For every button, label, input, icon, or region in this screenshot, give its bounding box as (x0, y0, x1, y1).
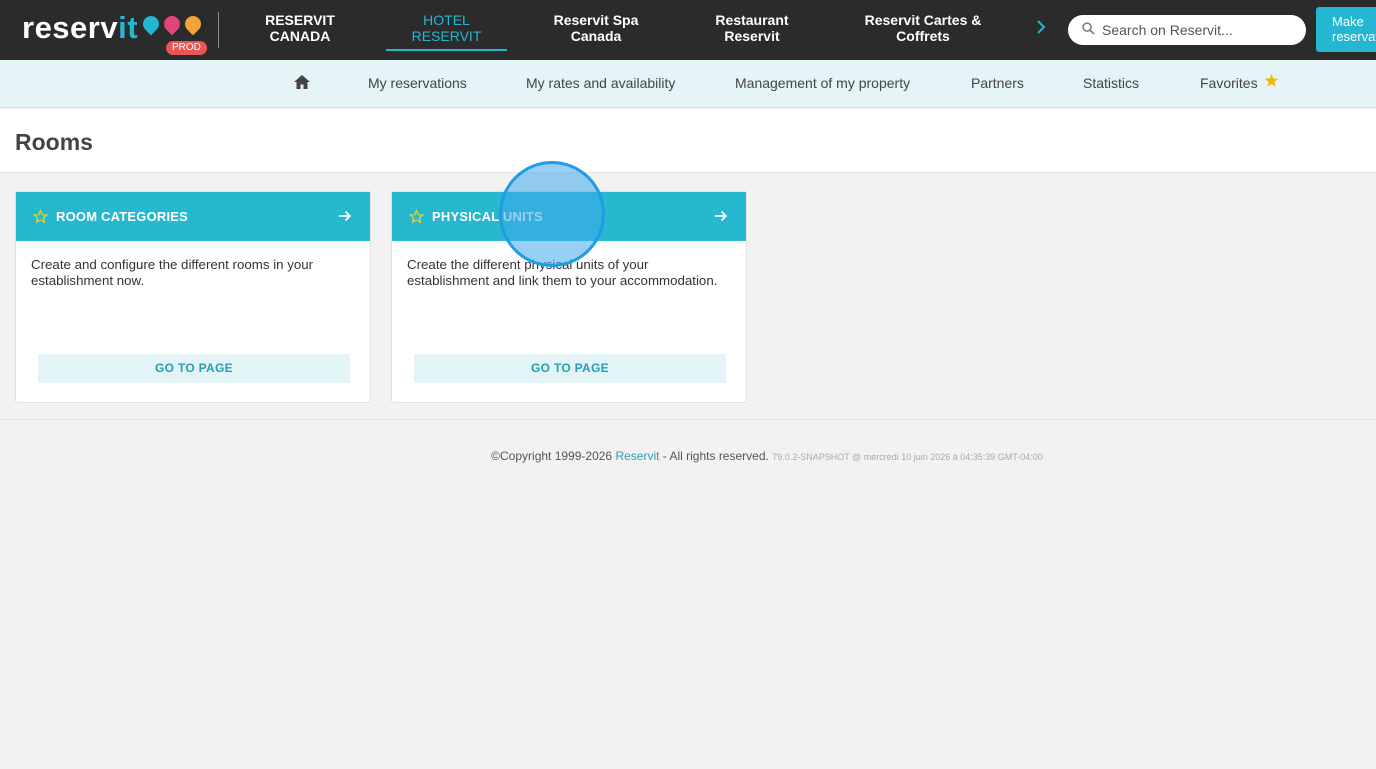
logo-text-main: reserv (22, 10, 119, 45)
card-description: Create and configure the different rooms… (31, 257, 314, 288)
page-title: Rooms (15, 129, 93, 155)
top-nav-label-line2: Reservit (724, 28, 780, 44)
subnav-my-reservations[interactable]: My reservations (368, 75, 467, 91)
footer-version: 79.0.2-SNAPSHOT @ mercredi 10 juin 2026 … (772, 452, 1043, 462)
card-title: ROOM CATEGORIES (56, 209, 189, 224)
map-pin-spa-icon (160, 12, 184, 36)
top-nav-label-line1: HOTEL (423, 12, 470, 28)
card-header[interactable]: PHYSICAL UNITS (392, 192, 746, 241)
go-to-page-button[interactable]: GO TO PAGE (414, 354, 726, 383)
star-outline-icon[interactable] (33, 209, 48, 224)
card-title: PHYSICAL UNITS (432, 209, 543, 224)
footer-brand-link[interactable]: Reservit (615, 449, 659, 463)
home-icon[interactable] (293, 74, 311, 90)
top-nav-hotel-reservit[interactable]: HOTEL RESERVIT (386, 12, 507, 51)
page-header: Rooms (0, 109, 1376, 173)
top-nav-label-line2: Canada (570, 28, 622, 44)
subnav-property-management[interactable]: Management of my property (735, 75, 910, 91)
star-outline-icon[interactable] (409, 209, 424, 224)
make-button-line1: Make (1332, 14, 1364, 29)
arrow-right-icon[interactable] (714, 209, 728, 223)
active-tab-underline (386, 49, 507, 51)
arrow-right-icon[interactable] (338, 209, 352, 223)
top-nav-restaurant[interactable]: Restaurant Reservit (712, 12, 792, 44)
map-pin-hotel-icon (139, 12, 163, 36)
footer: ©Copyright 1999-2026 Reservit - All righ… (0, 449, 1376, 464)
logo-text-accent: it (118, 10, 139, 45)
chevron-right-icon[interactable] (1036, 18, 1046, 40)
top-bar: reservit PROD RESERVIT CANADA HOTEL RESE… (0, 0, 1376, 60)
logo-text: reservit (22, 10, 138, 46)
footer-rights: - All rights reserved. (662, 449, 769, 463)
star-icon[interactable] (1264, 73, 1279, 88)
logo-pins (139, 12, 205, 40)
map-pin-restaurant-icon (181, 12, 205, 36)
make-reservation-button[interactable]: Make reservation (1316, 7, 1376, 52)
env-badge: PROD (166, 41, 207, 55)
top-nav-label-line1: Restaurant (715, 12, 789, 28)
subnav-statistics[interactable]: Statistics (1083, 75, 1139, 91)
secondary-nav: My reservations My rates and availabilit… (0, 60, 1376, 108)
footer-copyright: ©Copyright 1999-2026 (491, 449, 613, 463)
top-nav-label-line1: RESERVIT (265, 12, 335, 28)
top-nav-cartes-coffrets[interactable]: Reservit Cartes & Coffrets (862, 12, 984, 44)
go-to-page-button[interactable]: GO TO PAGE (38, 354, 350, 383)
content-divider (0, 419, 1376, 420)
subnav-favorites[interactable]: Favorites (1200, 75, 1258, 91)
subnav-rates-availability[interactable]: My rates and availability (526, 75, 675, 91)
subnav-partners[interactable]: Partners (971, 75, 1024, 91)
top-nav-reservit-canada[interactable]: RESERVIT CANADA (262, 12, 338, 44)
top-nav-label-line2: Coffrets (896, 28, 950, 44)
reservit-logo[interactable]: reservit PROD (22, 10, 212, 55)
top-nav-label-line2: RESERVIT (411, 28, 482, 44)
card-room-categories: ROOM CATEGORIES Create and configure the… (15, 191, 371, 403)
top-nav-label-line1: Reservit Cartes & (864, 12, 982, 28)
top-nav-spa-canada[interactable]: Reservit Spa Canada (550, 12, 642, 44)
top-nav-label-line2: CANADA (269, 28, 331, 44)
card-physical-units: PHYSICAL UNITS Create the different phys… (391, 191, 747, 403)
search-box[interactable] (1068, 15, 1306, 45)
card-description: Create the different physical units of y… (407, 257, 718, 288)
card-header[interactable]: ROOM CATEGORIES (16, 192, 370, 241)
search-icon (1082, 22, 1095, 35)
make-button-line2: reservation (1332, 29, 1376, 44)
search-input[interactable] (1102, 20, 1298, 40)
header-divider (218, 12, 219, 48)
top-nav-label-line1: Reservit Spa (553, 12, 639, 28)
